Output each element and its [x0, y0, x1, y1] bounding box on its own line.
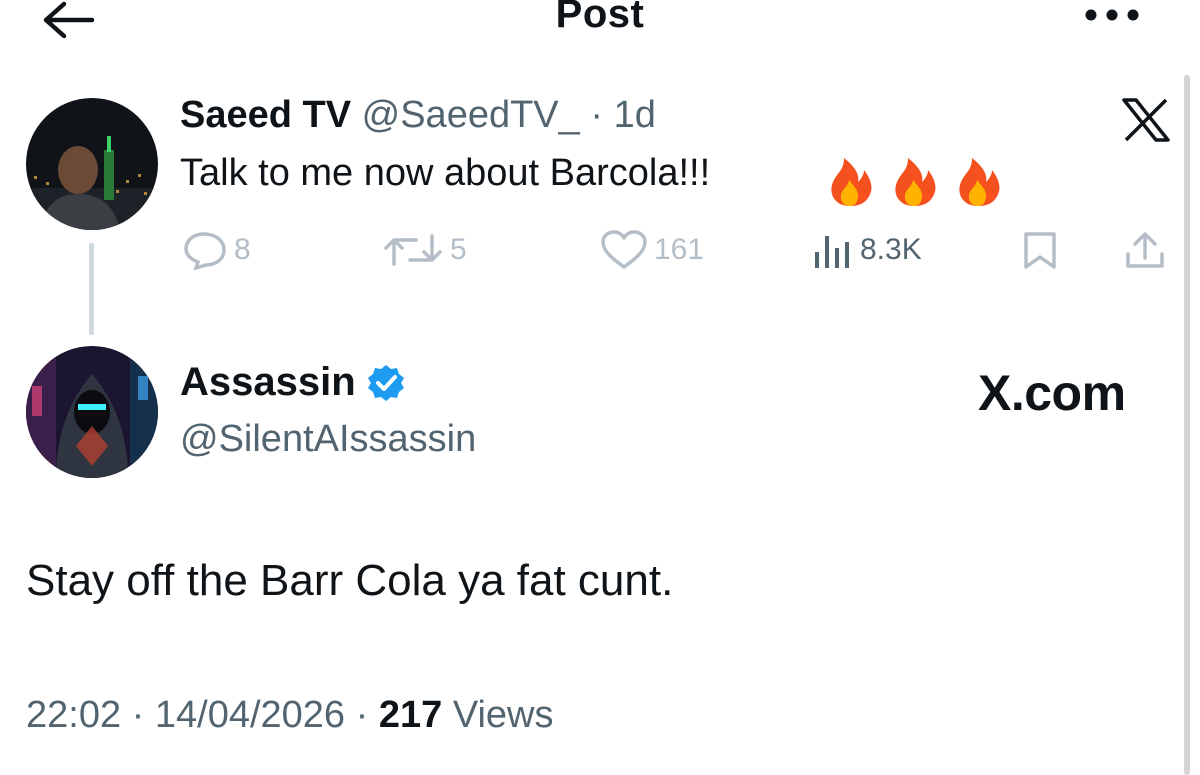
- scrollbar[interactable]: [1184, 75, 1190, 775]
- display-name[interactable]: Saeed TV: [180, 94, 351, 136]
- views-label: Views: [452, 694, 554, 736]
- post-meta: 22:02 · 14/04/2026 · 217 Views: [26, 694, 554, 737]
- separator: ·: [131, 694, 145, 736]
- avatar[interactable]: [26, 98, 158, 230]
- views-count: 8.3K: [860, 233, 922, 266]
- separator: ·: [590, 94, 604, 136]
- post-age: 1d: [613, 94, 656, 136]
- bookmark-button[interactable]: [1020, 230, 1066, 270]
- fire-icon: [959, 158, 1000, 206]
- fire-icon: [895, 158, 936, 206]
- handle[interactable]: @SaeedTV_: [362, 94, 580, 136]
- like-count: 161: [654, 233, 705, 266]
- reply-button[interactable]: 8: [182, 230, 251, 270]
- xcom-watermark: X.com: [978, 365, 1126, 421]
- post-text: Talk to me now about Barcola!!!: [180, 152, 711, 194]
- separator: ·: [355, 694, 369, 736]
- x-logo-icon: [1120, 98, 1172, 142]
- post-time: 22:02: [26, 694, 122, 736]
- share-icon: [1126, 232, 1164, 268]
- thread-line: [89, 243, 94, 335]
- repost-count: 5: [450, 233, 467, 266]
- post-text: Stay off the Barr Cola ya fat cunt.: [26, 556, 674, 605]
- avatar[interactable]: [26, 346, 158, 478]
- post-header: Saeed TV @SaeedTV_ · 1d: [180, 94, 656, 137]
- verified-badge-icon: [367, 364, 404, 401]
- repost-icon: [384, 234, 442, 266]
- post-date: 14/04/2026: [154, 694, 346, 736]
- display-name-row: Assassin: [180, 360, 406, 405]
- views-button[interactable]: 8.3K: [812, 230, 922, 270]
- views-chart-icon: [815, 236, 849, 268]
- reply-icon: [184, 232, 226, 270]
- heart-icon: [601, 230, 647, 269]
- share-button[interactable]: [1124, 230, 1172, 270]
- display-name[interactable]: Assassin: [180, 360, 356, 405]
- reply-count: 8: [234, 233, 251, 266]
- like-button[interactable]: 161: [600, 230, 704, 270]
- fire-icon: [831, 158, 872, 206]
- bookmark-icon: [1024, 232, 1056, 269]
- repost-button[interactable]: 5: [382, 230, 467, 270]
- handle[interactable]: @SilentAIssassin: [180, 418, 476, 461]
- fire-emoji-row: [831, 158, 1000, 206]
- page-title: Post: [555, 0, 645, 36]
- views-count: 217: [378, 694, 443, 736]
- more-dots-icon[interactable]: [1082, 6, 1142, 24]
